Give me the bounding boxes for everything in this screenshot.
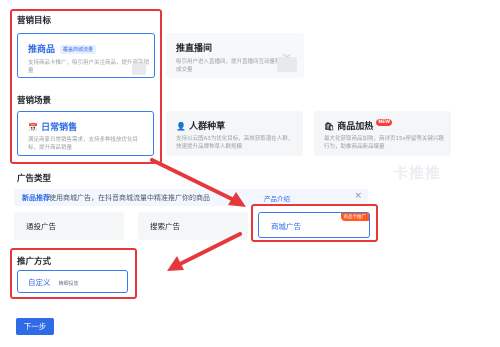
arrow-to-ad-type: [150, 158, 246, 207]
annotation-arrows: [150, 158, 246, 271]
arrow-to-promo-method: [167, 232, 242, 271]
